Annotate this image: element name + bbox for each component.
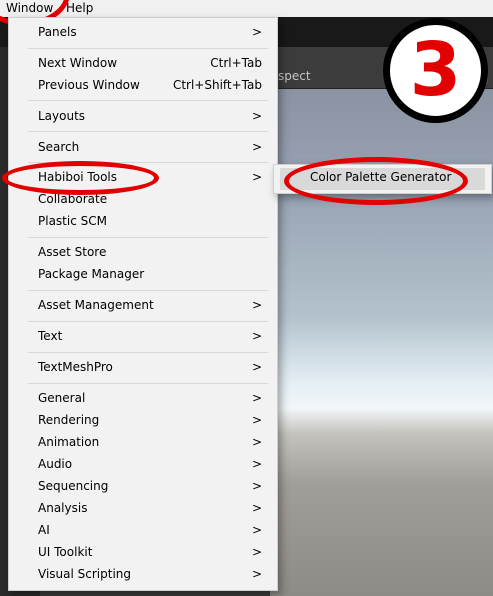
chevron-right-icon: > <box>251 545 262 559</box>
menu-item-color-palette-generator[interactable]: Color Palette Generator <box>310 170 451 184</box>
chevron-right-icon: > <box>251 391 262 405</box>
menu-item-plastic-scm[interactable]: Plastic SCM <box>38 210 268 232</box>
menu-divider <box>28 162 268 163</box>
window-dropdown-menu: Panels > Next Window Ctrl+Tab Previous W… <box>8 17 278 591</box>
chevron-right-icon: > <box>251 109 262 123</box>
menu-item-analysis[interactable]: Analysis > <box>38 497 268 519</box>
shortcut-previous-window: Ctrl+Shift+Tab <box>172 78 262 92</box>
chevron-right-icon: > <box>251 140 262 154</box>
menu-item-textmeshpro[interactable]: TextMeshPro > <box>38 356 268 378</box>
chevron-right-icon: > <box>251 25 262 39</box>
menu-item-previous-window[interactable]: Previous Window Ctrl+Shift+Tab <box>38 74 268 96</box>
menu-divider <box>28 290 268 291</box>
chevron-right-icon: > <box>251 298 262 312</box>
menu-item-next-window[interactable]: Next Window Ctrl+Tab <box>38 52 268 74</box>
chevron-right-icon: > <box>251 360 262 374</box>
menu-divider <box>28 383 268 384</box>
chevron-right-icon: > <box>251 567 262 581</box>
menu-item-visual-scripting[interactable]: Visual Scripting > <box>38 563 268 585</box>
menu-divider <box>28 352 268 353</box>
menu-item-rendering[interactable]: Rendering > <box>38 409 268 431</box>
menu-item-audio[interactable]: Audio > <box>38 453 268 475</box>
menu-item-sequencing[interactable]: Sequencing > <box>38 475 268 497</box>
menu-item-search[interactable]: Search > <box>38 136 268 158</box>
chevron-right-icon: > <box>251 435 262 449</box>
menu-item-habiboi-tools[interactable]: Habiboi Tools > <box>38 166 268 188</box>
menu-item-layouts[interactable]: Layouts > <box>38 105 268 127</box>
scene-tab-label[interactable]: spect <box>278 69 311 83</box>
menu-divider <box>28 237 268 238</box>
habiboi-tools-submenu: Color Palette Generator <box>273 164 492 194</box>
menu-item-asset-management[interactable]: Asset Management > <box>38 294 268 316</box>
menu-divider <box>28 48 268 49</box>
shortcut-next-window: Ctrl+Tab <box>210 56 262 70</box>
menu-divider <box>28 100 268 101</box>
menu-help[interactable]: Help <box>66 1 93 15</box>
menu-bar: Window Help <box>0 0 493 17</box>
menu-window[interactable]: Window <box>6 1 53 15</box>
chevron-right-icon: > <box>251 413 262 427</box>
menu-item-panels[interactable]: Panels > <box>38 21 268 43</box>
step-number-badge: 3 <box>383 18 488 123</box>
chevron-right-icon: > <box>251 170 262 184</box>
chevron-right-icon: > <box>251 501 262 515</box>
menu-item-text[interactable]: Text > <box>38 325 268 347</box>
menu-divider <box>28 131 268 132</box>
menu-item-package-manager[interactable]: Package Manager <box>38 263 268 285</box>
menu-item-general[interactable]: General > <box>38 387 268 409</box>
menu-item-animation[interactable]: Animation > <box>38 431 268 453</box>
menu-item-ui-toolkit[interactable]: UI Toolkit > <box>38 541 268 563</box>
chevron-right-icon: > <box>251 329 262 343</box>
menu-divider <box>28 321 268 322</box>
menu-item-ai[interactable]: AI > <box>38 519 268 541</box>
chevron-right-icon: > <box>251 479 262 493</box>
menu-item-asset-store[interactable]: Asset Store <box>38 241 268 263</box>
menu-item-collaborate[interactable]: Collaborate <box>38 188 268 210</box>
chevron-right-icon: > <box>251 457 262 471</box>
chevron-right-icon: > <box>251 523 262 537</box>
